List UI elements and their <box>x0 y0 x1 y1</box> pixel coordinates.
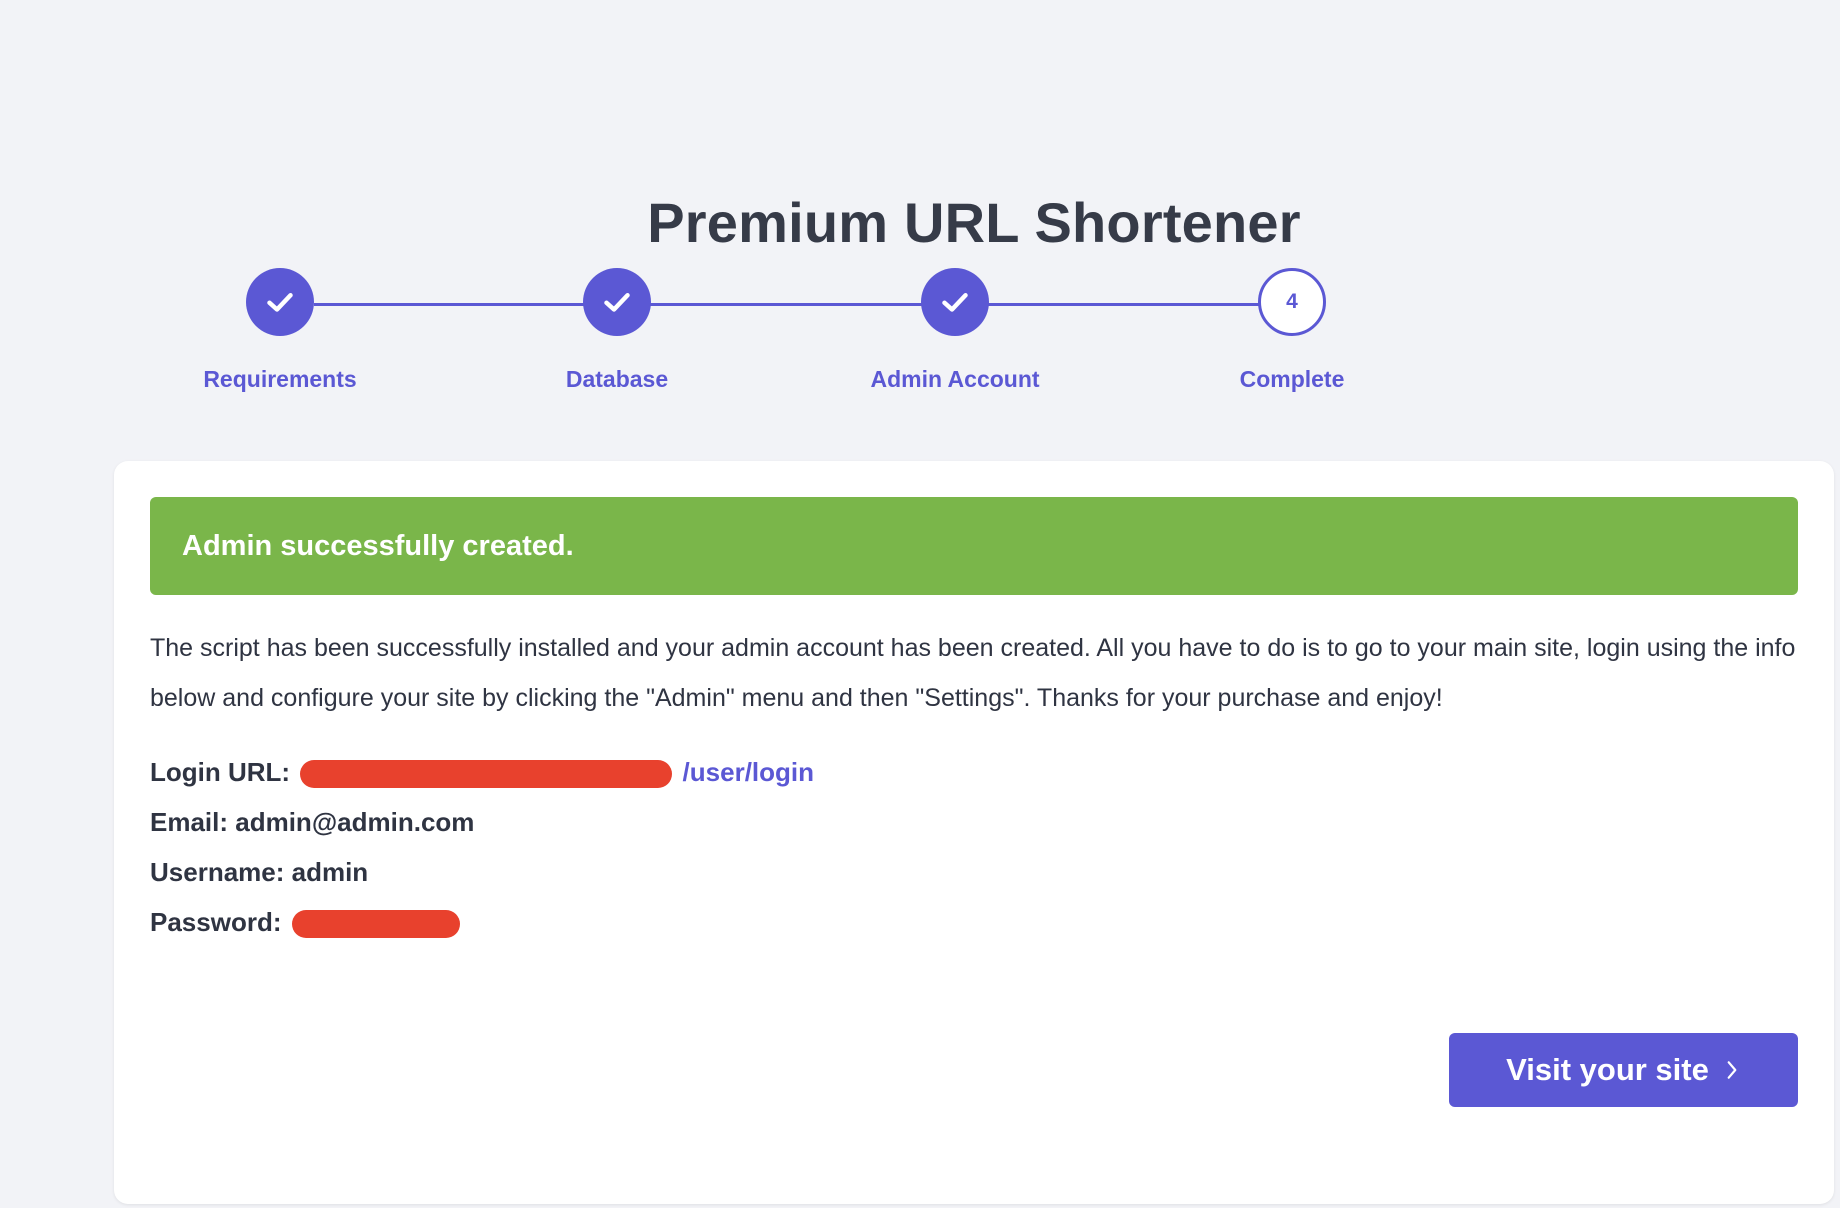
install-complete-card: Admin successfully created. The script h… <box>114 461 1834 1204</box>
step-admin-account: Admin Account <box>825 268 1085 393</box>
chevron-right-icon <box>1727 1061 1737 1079</box>
page-title: Premium URL Shortener <box>647 190 1301 254</box>
login-url-row: Login URL: /user/login <box>150 747 814 797</box>
username-row: Username: admin <box>150 857 369 887</box>
check-icon <box>604 293 630 312</box>
step-circle-current: 4 <box>1258 268 1326 336</box>
step-label: Database <box>565 366 669 392</box>
step-circle-complete <box>921 268 989 336</box>
intro-text: The script has been successfully install… <box>150 634 1796 712</box>
step-label: Requirements <box>203 366 357 392</box>
step-database: Database <box>487 268 747 393</box>
step-label: Complete <box>1239 366 1345 392</box>
install-stepper: Requirements Database Admin Account 4 Co… <box>0 268 1840 408</box>
step-complete: 4 Complete <box>1162 268 1422 393</box>
check-icon <box>942 293 968 312</box>
success-alert: Admin successfully created. <box>150 497 1798 595</box>
step-label: Admin Account <box>870 366 1040 392</box>
redaction-mark <box>291 910 460 939</box>
password-row: Password: <box>150 897 814 947</box>
step-circle-complete <box>583 268 651 336</box>
visit-site-label: Visit your site <box>1506 1052 1709 1087</box>
admin-credentials: Login URL: /user/login Email: admin@admi… <box>150 747 814 947</box>
password-label: Password: <box>150 907 282 937</box>
login-url-link[interactable]: /user/login <box>683 757 814 787</box>
check-icon <box>267 293 293 312</box>
email-row: Email: admin@admin.com <box>150 807 475 837</box>
visit-site-button[interactable]: Visit your site <box>1449 1033 1798 1107</box>
step-requirements: Requirements <box>150 268 410 393</box>
redaction-mark <box>300 760 673 789</box>
login-url-label: Login URL: <box>150 757 291 787</box>
step-circle-complete <box>246 268 314 336</box>
